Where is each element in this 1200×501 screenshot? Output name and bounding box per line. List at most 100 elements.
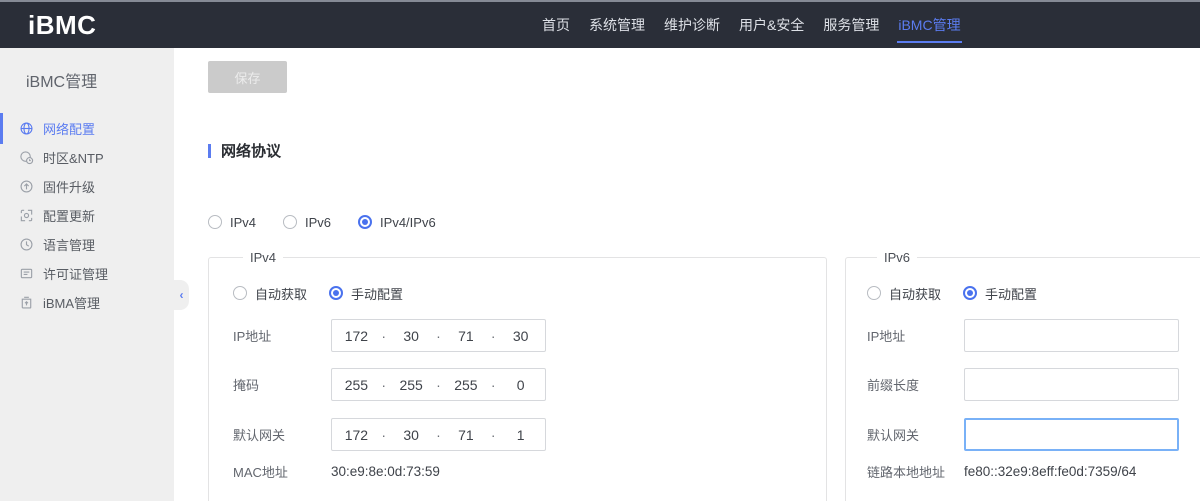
section-title-text: 网络协议 xyxy=(221,140,281,161)
nav-service-management[interactable]: 服务管理 xyxy=(821,2,881,48)
mac-address-label: MAC地址 xyxy=(233,462,331,481)
radio-circle-checked[interactable] xyxy=(329,286,343,300)
ipv4-mask-row: 掩码 255 · 255 · 255 · 0 xyxy=(233,368,826,401)
nav-maintenance-diagnosis[interactable]: 维护诊断 xyxy=(662,2,722,48)
radio-label: 手动配置 xyxy=(351,284,403,303)
gateway-octet-3[interactable]: 71 xyxy=(442,427,491,443)
sidebar-item-label: 固件升级 xyxy=(43,177,95,196)
ipv4-panel: IPv4 自动获取 手动配置 IP地址 172 · xyxy=(208,250,827,501)
ip-octet-1[interactable]: 172 xyxy=(332,328,381,344)
radio-label: IPv6 xyxy=(305,215,331,230)
sidebar-item-language-management[interactable]: 语言管理 xyxy=(0,230,174,259)
license-icon xyxy=(19,266,34,281)
sidebar-item-label: 配置更新 xyxy=(43,206,95,225)
ipv6-panel: IPv6 自动获取 手动配置 IP地址 前缀长度 xyxy=(845,250,1200,501)
radio-circle-unchecked[interactable] xyxy=(208,215,222,229)
radio-circle-checked[interactable] xyxy=(963,286,977,300)
radio-label: 自动获取 xyxy=(889,284,941,303)
gateway-octet-1[interactable]: 172 xyxy=(332,427,381,443)
sidebar-item-network-config[interactable]: 网络配置 xyxy=(0,114,174,143)
ipv6-ip-input[interactable] xyxy=(964,319,1179,352)
package-icon xyxy=(19,295,34,310)
ipv6-link-local-row: 链路本地地址 fe80::32e9:8eff:fe0d:7359/64 xyxy=(867,461,1200,481)
ipv4-manual-radio[interactable]: 手动配置 xyxy=(329,284,403,303)
ipv6-prefix-label: 前缀长度 xyxy=(867,375,964,394)
link-local-value: fe80::32e9:8eff:fe0d:7359/64 xyxy=(964,464,1136,479)
sidebar-item-config-update[interactable]: 配置更新 xyxy=(0,201,174,230)
radio-circle-unchecked[interactable] xyxy=(867,286,881,300)
gateway-octet-4[interactable]: 1 xyxy=(496,427,545,443)
ipv6-manual-radio[interactable]: 手动配置 xyxy=(963,284,1037,303)
ipv4-auto-radio[interactable]: 自动获取 xyxy=(233,284,307,303)
mask-octet-4[interactable]: 0 xyxy=(496,377,545,393)
ipv6-prefix-input[interactable] xyxy=(964,368,1179,401)
ipv4-ip-label: IP地址 xyxy=(233,326,331,345)
network-icon xyxy=(19,121,34,136)
sidebar-item-label: 语言管理 xyxy=(43,235,95,254)
timezone-clock-icon xyxy=(19,150,34,165)
radio-circle-unchecked[interactable] xyxy=(283,215,297,229)
gateway-octet-2[interactable]: 30 xyxy=(387,427,436,443)
save-button[interactable]: 保存 xyxy=(208,61,287,93)
ip-octet-3[interactable]: 71 xyxy=(442,328,491,344)
sidebar: iBMC管理 网络配置 时区&NTP xyxy=(0,48,174,501)
radio-circle-checked[interactable] xyxy=(358,215,372,229)
ipv6-panel-legend: IPv6 xyxy=(877,250,917,265)
ipv4-mask-label: 掩码 xyxy=(233,375,331,394)
ipv4-gateway-input[interactable]: 172 · 30 · 71 · 1 xyxy=(331,418,546,451)
radio-label: 手动配置 xyxy=(985,284,1037,303)
ipv4-mode-radio-group: 自动获取 手动配置 xyxy=(233,285,826,301)
sidebar-item-label: 网络配置 xyxy=(43,119,95,138)
ipv6-prefix-row: 前缀长度 xyxy=(867,368,1200,401)
protocol-panels: IPv4 自动获取 手动配置 IP地址 172 · xyxy=(208,250,1200,501)
link-local-label: 链路本地地址 xyxy=(867,462,964,481)
config-update-icon xyxy=(19,208,34,223)
mask-octet-1[interactable]: 255 xyxy=(332,377,381,393)
ip-octet-2[interactable]: 30 xyxy=(387,328,436,344)
chevron-left-icon: ‹ xyxy=(180,288,184,302)
upgrade-icon xyxy=(19,179,34,194)
ipv4-mac-row: MAC地址 30:e9:8e:0d:73:59 xyxy=(233,461,826,481)
sidebar-item-timezone-ntp[interactable]: 时区&NTP xyxy=(0,143,174,172)
radio-ipv4[interactable]: IPv4 xyxy=(208,215,256,230)
ip-octet-4[interactable]: 30 xyxy=(496,328,545,344)
nav-ibmc-management[interactable]: iBMC管理 xyxy=(896,2,962,48)
ipv4-ip-input[interactable]: 172 · 30 · 71 · 30 xyxy=(331,319,546,352)
nav-user-security[interactable]: 用户&安全 xyxy=(737,2,806,48)
ipv6-ip-label: IP地址 xyxy=(867,326,964,345)
sidebar-title: iBMC管理 xyxy=(26,68,174,92)
top-navigation: 首页 系统管理 维护诊断 用户&安全 服务管理 iBMC管理 xyxy=(540,2,963,48)
sidebar-item-label: iBMA管理 xyxy=(43,293,100,312)
radio-ipv4-ipv6[interactable]: IPv4/IPv6 xyxy=(358,215,436,230)
main-content: 保存 网络协议 IPv4 IPv6 IPv4/IPv6 IPv4 xyxy=(174,48,1200,501)
ibmc-logo: iBMC xyxy=(28,10,96,41)
ipv4-gateway-label: 默认网关 xyxy=(233,425,331,444)
mask-octet-3[interactable]: 255 xyxy=(442,377,491,393)
radio-label: IPv4/IPv6 xyxy=(380,215,436,230)
ipv6-mode-radio-group: 自动获取 手动配置 xyxy=(867,285,1200,301)
protocol-radio-group: IPv4 IPv6 IPv4/IPv6 xyxy=(208,214,1200,230)
ipv6-gateway-input[interactable] xyxy=(964,418,1179,451)
top-bar: iBMC 首页 系统管理 维护诊断 用户&安全 服务管理 iBMC管理 xyxy=(0,2,1200,48)
ipv6-auto-radio[interactable]: 自动获取 xyxy=(867,284,941,303)
radio-label: 自动获取 xyxy=(255,284,307,303)
ipv6-gateway-label: 默认网关 xyxy=(867,425,964,444)
sidebar-item-firmware-upgrade[interactable]: 固件升级 xyxy=(0,172,174,201)
ipv4-panel-legend: IPv4 xyxy=(243,250,283,265)
nav-home[interactable]: 首页 xyxy=(540,2,572,48)
ipv6-ip-row: IP地址 xyxy=(867,319,1200,352)
radio-circle-unchecked[interactable] xyxy=(233,286,247,300)
sidebar-collapse-button[interactable]: ‹ xyxy=(174,280,189,310)
radio-label: IPv4 xyxy=(230,215,256,230)
ipv6-gateway-row: 默认网关 xyxy=(867,418,1200,451)
mask-octet-2[interactable]: 255 xyxy=(387,377,436,393)
nav-system-management[interactable]: 系统管理 xyxy=(587,2,647,48)
ipv4-mask-input[interactable]: 255 · 255 · 255 · 0 xyxy=(331,368,546,401)
mac-address-value: 30:e9:8e:0d:73:59 xyxy=(331,464,440,479)
ipv4-gateway-row: 默认网关 172 · 30 · 71 · 1 xyxy=(233,418,826,451)
sidebar-item-license-management[interactable]: 许可证管理 xyxy=(0,259,174,288)
radio-ipv6[interactable]: IPv6 xyxy=(283,215,331,230)
title-accent-bar xyxy=(208,144,211,158)
section-title-network-protocol: 网络协议 xyxy=(208,143,1200,158)
sidebar-item-ibma-management[interactable]: iBMA管理 xyxy=(0,288,174,317)
